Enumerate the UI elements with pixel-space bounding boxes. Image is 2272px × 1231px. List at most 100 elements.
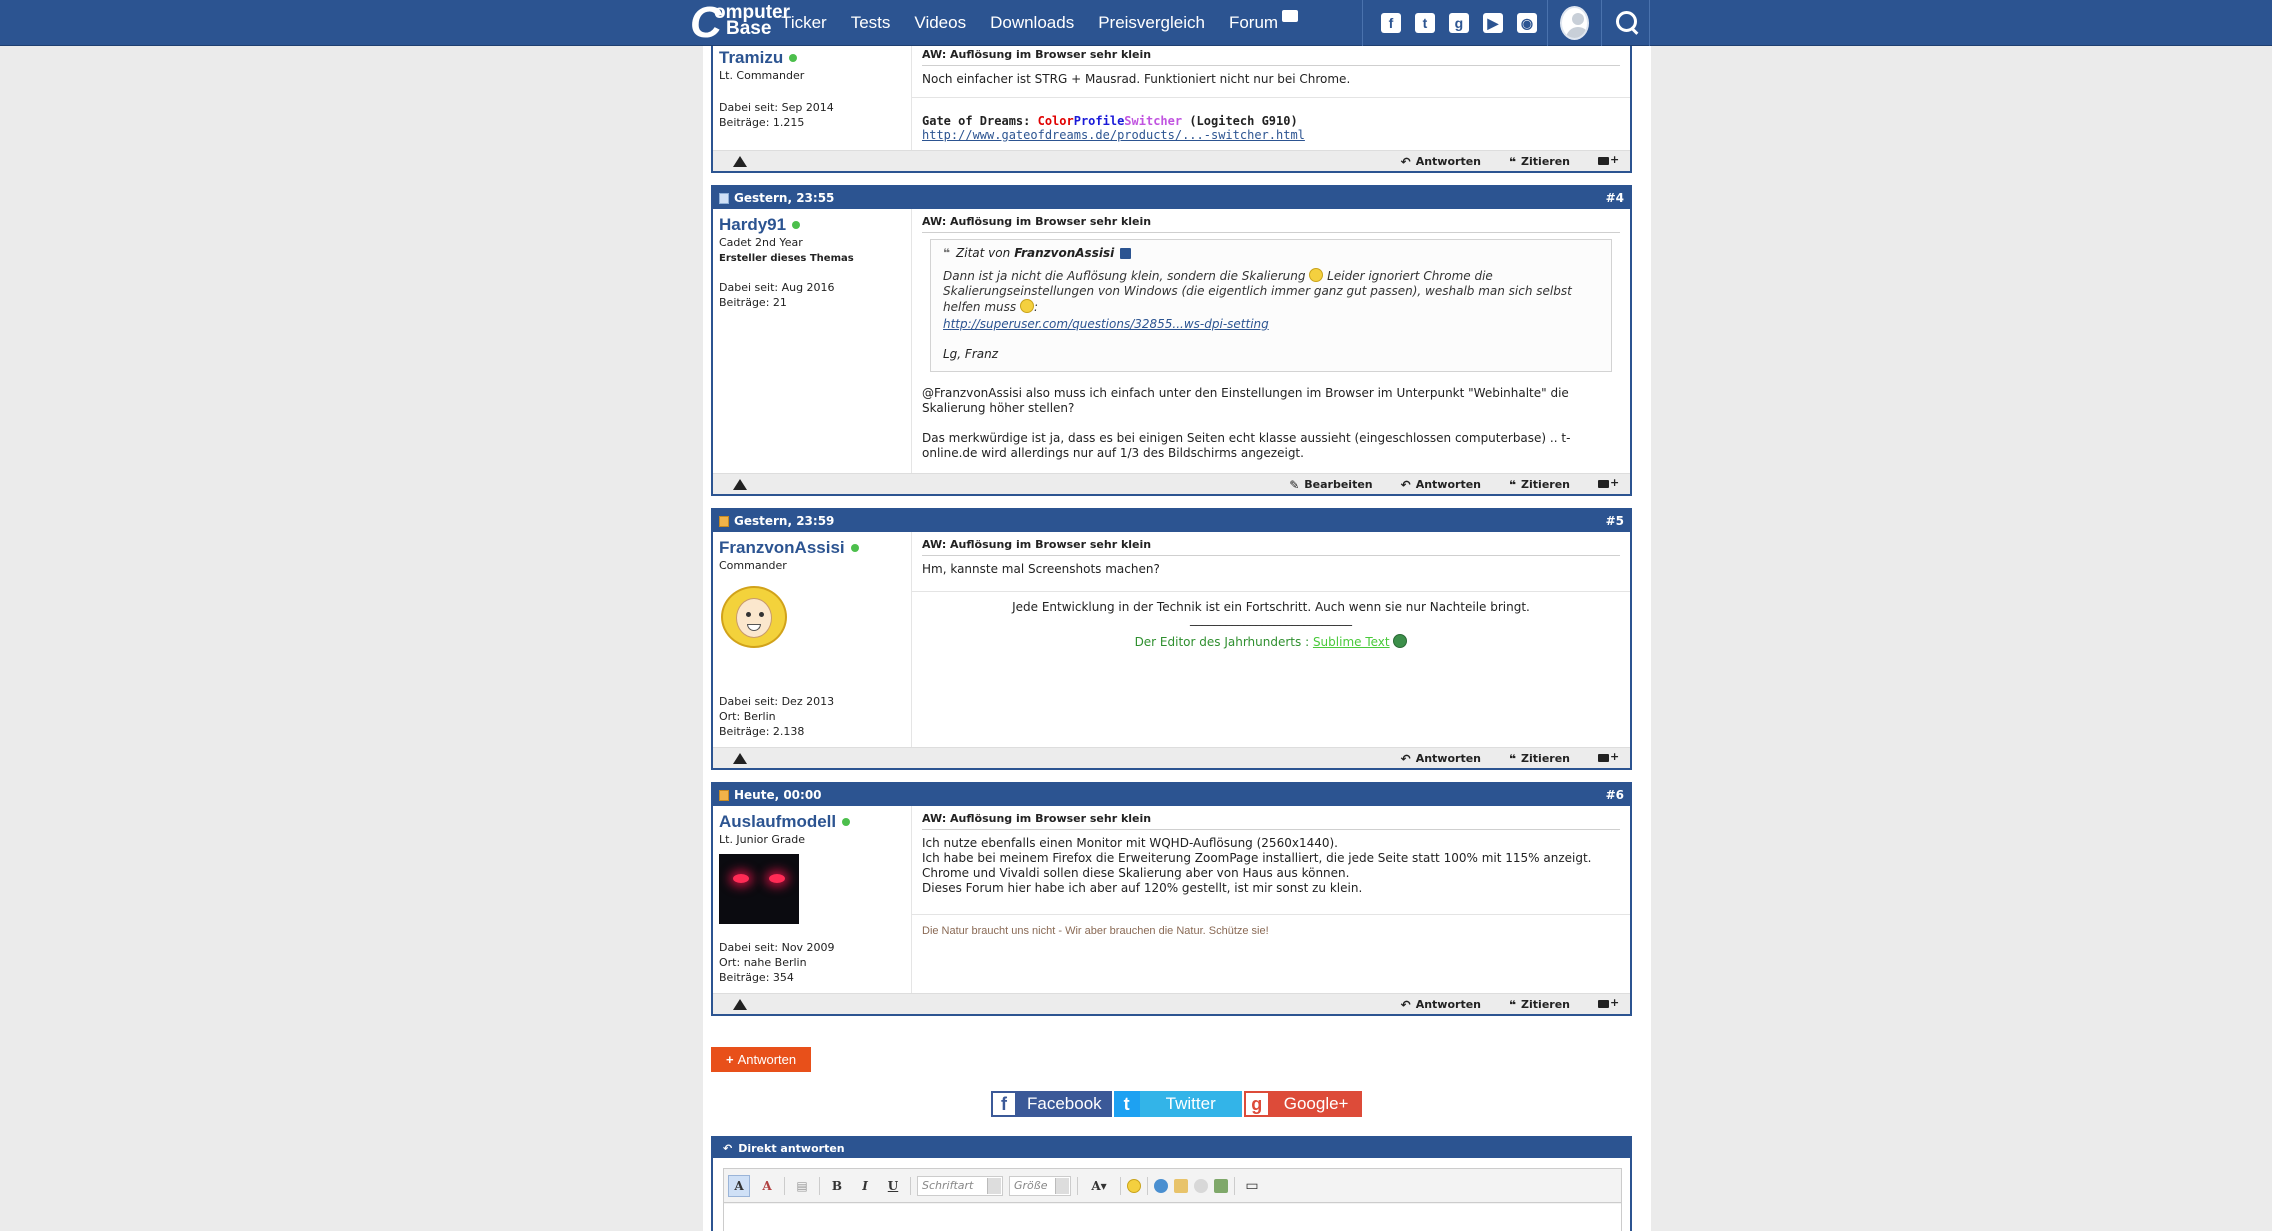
- computerbase-logo[interactable]: C omputer Base: [686, 0, 790, 47]
- email-icon[interactable]: [1174, 1178, 1188, 1193]
- post-icon: [719, 192, 729, 204]
- username[interactable]: FranzvonAssisi: [719, 538, 859, 558]
- font-family-select[interactable]: Schriftart: [917, 1175, 1003, 1196]
- forum-post: Gestern, 23:59 #5 FranzvonAssisi Command…: [711, 508, 1632, 770]
- post-number[interactable]: #6: [1606, 788, 1624, 802]
- signature-link[interactable]: http://www.gateofdreams.de/products/...-…: [922, 128, 1305, 142]
- post-date-text: Gestern, 23:55: [734, 191, 835, 205]
- paste-icon[interactable]: ▤: [791, 1175, 813, 1197]
- twitter-icon[interactable]: t: [1414, 13, 1435, 33]
- thumbs-icon: [1393, 634, 1408, 648]
- multiquote-icon[interactable]: [1598, 476, 1619, 491]
- quote-button[interactable]: ❝ Zitieren: [1509, 478, 1570, 492]
- username[interactable]: Hardy91: [719, 215, 801, 235]
- italic-icon[interactable]: I: [854, 1175, 876, 1197]
- reply-button[interactable]: ↶ Antworten: [1401, 998, 1481, 1012]
- youtube-icon[interactable]: ▶: [1482, 13, 1503, 33]
- user-stats: Dabei seit: Nov 2009 Ort: nahe Berlin Be…: [719, 940, 905, 985]
- font-size-select[interactable]: Größe: [1009, 1175, 1071, 1196]
- link-icon[interactable]: [1154, 1178, 1168, 1193]
- user-info: Tramizu Lt. Commander Dabei seit: Sep 20…: [713, 46, 911, 150]
- report-icon[interactable]: [733, 156, 747, 167]
- multiquote-icon[interactable]: [1598, 996, 1619, 1011]
- nav-downloads[interactable]: Downloads: [990, 13, 1074, 33]
- nav-tests[interactable]: Tests: [851, 13, 891, 33]
- online-status-icon: [842, 818, 851, 826]
- post-actions: ↶ Antworten ❝ Zitieren: [1401, 994, 1620, 1015]
- reply-icon: ↶: [1400, 997, 1411, 1012]
- message-textarea[interactable]: [724, 1204, 1621, 1231]
- bold-icon[interactable]: B: [826, 1175, 848, 1197]
- multiquote-icon[interactable]: [1598, 750, 1619, 765]
- jump-to-post-icon[interactable]: [1120, 247, 1132, 259]
- remove-format-icon[interactable]: A: [756, 1175, 778, 1197]
- share-facebook-button[interactable]: f Facebook: [991, 1091, 1112, 1117]
- image-icon[interactable]: [1214, 1178, 1228, 1193]
- post-number[interactable]: #4: [1606, 191, 1624, 205]
- quote-label: Zitieren: [1521, 752, 1570, 765]
- toolbar-divider: [1120, 1176, 1121, 1195]
- username[interactable]: Auslaufmodell: [719, 812, 851, 832]
- report-icon[interactable]: [733, 479, 747, 490]
- quote-insert-icon[interactable]: ▭: [1241, 1175, 1263, 1197]
- quote-link[interactable]: http://superuser.com/questions/32855...w…: [943, 317, 1599, 331]
- googleplus-icon[interactable]: g: [1448, 13, 1469, 33]
- signature-editor-link[interactable]: Sublime Text: [1313, 635, 1390, 649]
- share-twitter-button[interactable]: t Twitter: [1113, 1091, 1242, 1117]
- reply-button[interactable]: ↶ Antworten: [1401, 752, 1481, 766]
- online-status-icon: [789, 54, 798, 62]
- username-text: Hardy91: [719, 215, 787, 234]
- user-avatar[interactable]: [719, 854, 799, 924]
- nav-videos[interactable]: Videos: [914, 13, 966, 33]
- text-color-icon[interactable]: A▾: [1084, 1175, 1114, 1197]
- underline-icon[interactable]: U: [882, 1175, 904, 1197]
- toolbar-divider: [1077, 1176, 1078, 1195]
- post-date: Heute, 00:00: [719, 788, 822, 802]
- join-date: Dabei seit: Sep 2014: [719, 101, 834, 114]
- nav-forum[interactable]: Forum: [1229, 10, 1299, 33]
- post-line: Dieses Forum hier habe ich aber auf 120%…: [922, 881, 1363, 895]
- user-avatar[interactable]: [719, 584, 791, 656]
- search-icon[interactable]: [1614, 9, 1638, 37]
- quote-button[interactable]: ❝ Zitieren: [1509, 752, 1570, 766]
- avatar-eye: [769, 874, 785, 883]
- quote-button[interactable]: ❝ Zitieren: [1509, 998, 1570, 1012]
- post-text: Noch einfacher ist STRG + Mausrad. Funkt…: [922, 72, 1351, 86]
- report-icon[interactable]: [733, 753, 747, 764]
- avatar-eye: [733, 874, 749, 883]
- smilies-icon[interactable]: [1127, 1178, 1141, 1193]
- post-message: AW: Auflösung im Browser sehr klein Ich …: [912, 806, 1630, 914]
- multiquote-icon[interactable]: [1598, 153, 1619, 168]
- signature-suffix: (Logitech G910): [1182, 114, 1298, 128]
- post-number[interactable]: #5: [1606, 514, 1624, 528]
- nav-preisvergleich[interactable]: Preisvergleich: [1098, 13, 1205, 33]
- post-title: AW: Auflösung im Browser sehr klein: [922, 215, 1620, 233]
- edit-button[interactable]: ✎ Bearbeiten: [1289, 478, 1372, 492]
- nav-divider: [1600, 0, 1602, 46]
- post-date: Gestern, 23:59: [719, 514, 834, 528]
- quote-label: Zitat von: [956, 246, 1011, 260]
- reply-button[interactable]: ↶ Antworten: [1401, 478, 1481, 492]
- post-body: Auslaufmodell Lt. Junior Grade Dabei sei…: [713, 806, 1630, 993]
- share-googleplus-button[interactable]: g Google+: [1243, 1091, 1363, 1117]
- post-date-text: Gestern, 23:59: [734, 514, 835, 528]
- new-reply-button[interactable]: + Antworten: [711, 1047, 812, 1072]
- post-header: Gestern, 23:59 #5: [713, 510, 1630, 532]
- report-icon[interactable]: [733, 999, 747, 1010]
- facebook-icon[interactable]: f: [1380, 13, 1401, 33]
- unlink-icon[interactable]: [1194, 1178, 1208, 1193]
- post-main: AW: Auflösung im Browser sehr klein Ich …: [911, 806, 1630, 993]
- smiley-icon: [1309, 268, 1324, 282]
- rss-icon[interactable]: ◉: [1516, 13, 1537, 33]
- user-account-icon[interactable]: [1559, 6, 1589, 40]
- reply-button[interactable]: ↶ Antworten: [1401, 155, 1481, 169]
- rich-text-editor: A A ▤ B I U Schriftart Größe A▾ ▭: [723, 1168, 1622, 1231]
- post-body: FranzvonAssisi Commander Dabei seit: Dez…: [713, 532, 1630, 747]
- quote-button[interactable]: ❝ Zitieren: [1509, 155, 1570, 169]
- reply-icon: ↶: [1400, 477, 1411, 492]
- username[interactable]: Tramizu: [719, 48, 798, 68]
- post-line: Ich habe bei meinem Firefox die Erweiter…: [922, 851, 1592, 865]
- forum-post: Tramizu Lt. Commander Dabei seit: Sep 20…: [711, 46, 1632, 173]
- reply-label: Antworten: [1415, 478, 1481, 491]
- switch-editor-mode-icon[interactable]: A: [728, 1174, 750, 1197]
